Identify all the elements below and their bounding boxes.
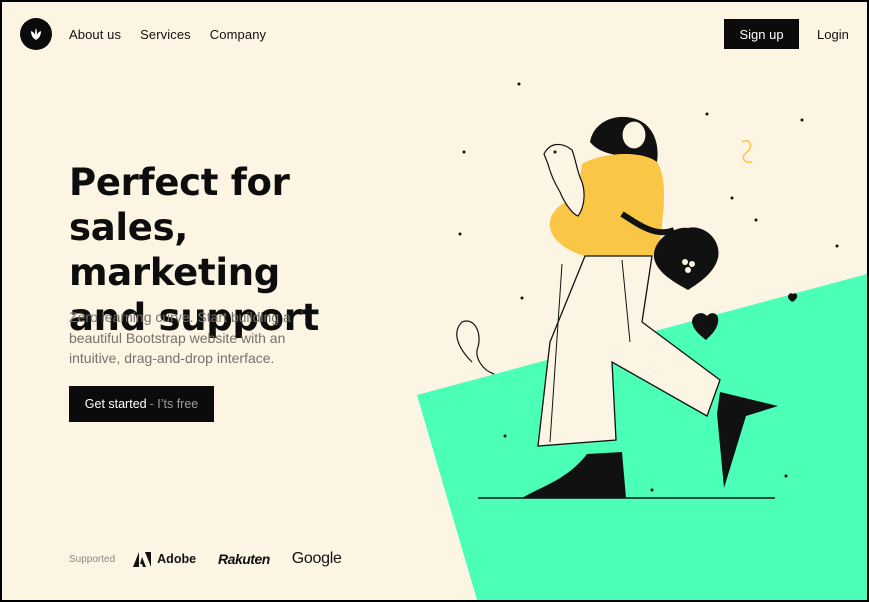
brand-adobe-label: Adobe <box>157 552 197 566</box>
sign-up-button[interactable]: Sign up <box>724 19 799 49</box>
supported-label: Supported <box>69 553 116 565</box>
brand-rakuten: Rakuten <box>218 551 270 567</box>
get-started-label: Get started <box>84 397 147 411</box>
brand-rakuten-label: Rakuten <box>218 551 270 567</box>
hero-headline-line-1: Perfect for <box>69 161 290 204</box>
get-started-suffix: - I’ts free <box>149 397 199 411</box>
get-started-button[interactable]: Get started - I’ts free <box>69 386 214 422</box>
nav-about-us[interactable]: About us <box>69 27 121 42</box>
main-nav: About us Services Company <box>69 27 266 42</box>
adobe-logo-icon <box>133 551 152 567</box>
hero-headline-line-2: sales, marketing <box>69 206 280 294</box>
nav-company[interactable]: Company <box>210 27 266 42</box>
landing-page: About us Services Company Sign up Login … <box>2 2 867 600</box>
hero-subtitle: Zero learning curve. Start building a be… <box>69 309 291 366</box>
leaf-logo-icon <box>31 28 41 40</box>
brand-adobe: Adobe <box>133 551 197 567</box>
brand-google-label: Google <box>291 550 342 567</box>
nav-services[interactable]: Services <box>140 27 191 42</box>
login-link[interactable]: Login <box>817 27 849 42</box>
supported-brands: Supported Adobe Rakuten Google <box>69 550 364 568</box>
brand-google: Google <box>292 550 342 568</box>
brand-logo[interactable] <box>20 18 52 50</box>
